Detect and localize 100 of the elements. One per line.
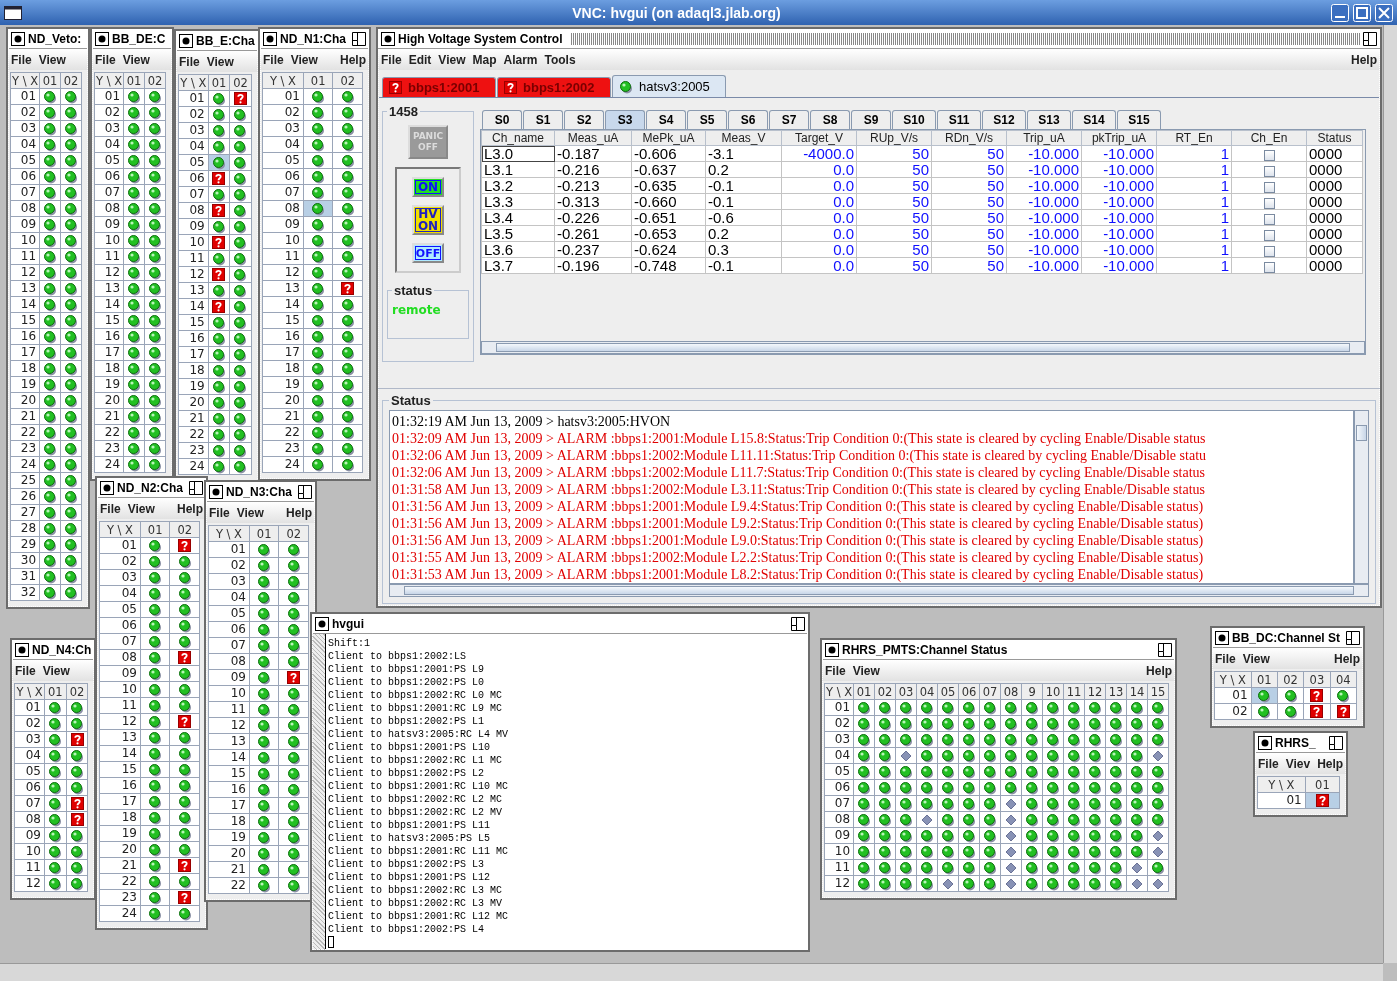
slot-tab[interactable]: S10 xyxy=(892,110,936,129)
column-header[interactable]: Status xyxy=(1306,130,1363,146)
menu-item[interactable]: Alarm xyxy=(503,52,538,67)
column-header[interactable]: Meas_V xyxy=(705,130,782,146)
host-tab[interactable]: hatsv3:2005 xyxy=(612,75,726,97)
window-menu-icon[interactable] xyxy=(263,31,277,46)
menu-item[interactable]: File xyxy=(15,663,36,678)
menu-item[interactable]: File xyxy=(95,52,116,67)
menu-item[interactable]: File xyxy=(11,52,32,67)
column-header[interactable]: Meas_uA xyxy=(554,130,632,146)
menu-item[interactable]: File xyxy=(179,54,200,69)
window-menu-icon[interactable] xyxy=(1215,630,1229,645)
menu-item[interactable]: Tools xyxy=(544,52,576,67)
menu-item[interactable]: View xyxy=(38,52,66,67)
restore-icon[interactable] xyxy=(352,31,366,46)
on-button[interactable]: ON xyxy=(412,177,444,197)
menu-item[interactable]: View xyxy=(438,52,466,67)
menu-item[interactable]: View xyxy=(852,663,880,678)
menu-item[interactable]: File xyxy=(100,501,121,516)
horizontal-scrollbar[interactable] xyxy=(481,341,1365,354)
horizontal-scrollbar[interactable] xyxy=(0,963,1383,981)
column-header[interactable]: pkTrip_uA xyxy=(1081,130,1157,146)
menu-item[interactable]: View xyxy=(236,505,264,520)
restore-icon[interactable] xyxy=(1329,735,1344,750)
slot-tab[interactable]: S12 xyxy=(982,110,1026,129)
menu-item[interactable]: File xyxy=(381,52,402,67)
restore-icon[interactable] xyxy=(1158,642,1173,657)
close-icon[interactable] xyxy=(1375,3,1393,22)
menu-item[interactable]: Help xyxy=(1334,651,1360,666)
window-menu-icon[interactable] xyxy=(179,33,193,48)
menu-item[interactable]: File xyxy=(825,663,846,678)
checkbox[interactable] xyxy=(1263,261,1275,273)
menu-item[interactable]: Help xyxy=(177,501,203,516)
column-header[interactable]: Ch_name xyxy=(481,130,555,146)
menu-item[interactable]: Help xyxy=(1351,52,1377,67)
slot-tab[interactable]: S8 xyxy=(810,110,850,129)
menu-item[interactable]: Edit xyxy=(408,52,432,67)
menu-item[interactable]: File xyxy=(1258,756,1279,771)
window-menu-icon[interactable] xyxy=(4,5,22,20)
menu-item[interactable]: File xyxy=(263,52,284,67)
slot-tab[interactable]: S7 xyxy=(769,110,809,129)
menu-item[interactable]: Help xyxy=(340,52,366,67)
slot-tab[interactable]: S11 xyxy=(937,110,981,129)
checkbox[interactable] xyxy=(1263,229,1275,241)
menu-item[interactable]: View xyxy=(1242,651,1270,666)
column-header[interactable]: Trip_uA xyxy=(1006,130,1082,146)
menu-item[interactable]: Help xyxy=(1146,663,1173,678)
checkbox[interactable] xyxy=(1263,165,1275,177)
checkbox[interactable] xyxy=(1263,181,1275,193)
slot-tab[interactable]: S14 xyxy=(1072,110,1116,129)
menu-item[interactable]: View xyxy=(206,54,234,69)
menu-item[interactable]: View xyxy=(42,663,70,678)
slot-tab[interactable]: S15 xyxy=(1117,110,1161,129)
restore-icon[interactable] xyxy=(189,480,203,495)
menu-item[interactable]: Map xyxy=(472,52,497,67)
column-header[interactable]: Target_V xyxy=(781,130,857,146)
window-menu-icon[interactable] xyxy=(1258,735,1272,750)
off-button[interactable]: OFF xyxy=(412,243,444,263)
window-menu-icon[interactable] xyxy=(381,31,395,46)
column-header[interactable]: RUp_V/s xyxy=(856,130,932,146)
window-menu-icon[interactable] xyxy=(825,642,839,657)
checkbox[interactable] xyxy=(1263,245,1275,257)
restore-icon[interactable] xyxy=(791,616,805,631)
window-menu-icon[interactable] xyxy=(100,480,114,495)
restore-icon[interactable] xyxy=(298,484,312,499)
window-menu-icon[interactable] xyxy=(11,31,25,46)
minimize-icon[interactable] xyxy=(1331,3,1349,22)
slot-tab[interactable]: S4 xyxy=(646,110,686,129)
slot-tab[interactable]: S5 xyxy=(687,110,727,129)
menu-item[interactable]: View xyxy=(127,501,155,516)
checkbox[interactable] xyxy=(1263,213,1275,225)
menu-item[interactable]: Help xyxy=(1317,756,1344,771)
window-menu-icon[interactable] xyxy=(315,616,329,631)
column-header[interactable]: Ch_En xyxy=(1231,130,1307,146)
window-menu-icon[interactable] xyxy=(15,642,29,657)
restore-icon[interactable] xyxy=(1346,630,1360,645)
menu-item[interactable]: File xyxy=(209,505,230,520)
vertical-scrollbar[interactable] xyxy=(1383,25,1397,963)
vertical-scrollbar[interactable] xyxy=(1354,410,1369,584)
slot-tab[interactable]: S0 xyxy=(482,110,522,129)
restore-icon[interactable] xyxy=(1363,31,1377,46)
slot-tab[interactable]: S6 xyxy=(728,110,768,129)
maximize-icon[interactable] xyxy=(1353,3,1371,22)
menu-item[interactable]: View xyxy=(290,52,318,67)
slot-tab[interactable]: S13 xyxy=(1027,110,1071,129)
window-menu-icon[interactable] xyxy=(209,484,223,499)
console-text-area[interactable] xyxy=(325,634,808,950)
column-header[interactable]: RT_En xyxy=(1156,130,1232,146)
slot-tab[interactable]: S3 xyxy=(605,110,645,129)
menu-item[interactable]: View xyxy=(122,52,150,67)
hvon-button[interactable]: HV ON xyxy=(412,205,444,235)
checkbox[interactable] xyxy=(1263,149,1275,161)
slot-tab[interactable]: S2 xyxy=(564,110,604,129)
menu-item[interactable]: File xyxy=(1215,651,1236,666)
checkbox[interactable] xyxy=(1263,197,1275,209)
slot-tab[interactable]: S1 xyxy=(523,110,563,129)
menu-item[interactable]: Help xyxy=(286,505,312,520)
slot-tab[interactable]: S9 xyxy=(851,110,891,129)
menu-item[interactable]: Viev xyxy=(1285,756,1311,771)
column-header[interactable]: MePk_uA xyxy=(631,130,706,146)
